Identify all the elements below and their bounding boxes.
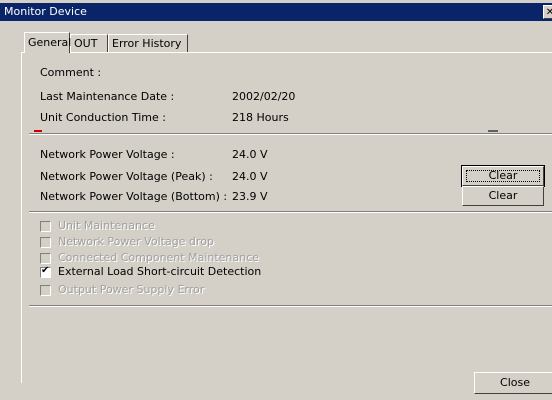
title-bar: Monitor Device ✕ [0,3,552,21]
network-voltage-value: 24.0 V [232,148,268,161]
connected-component-checkbox[interactable] [40,253,51,264]
window-title: Monitor Device [4,5,87,18]
tab-general[interactable]: General [24,32,72,53]
conduction-time-value: 218 Hours [232,111,289,124]
status-marker [34,130,42,132]
unit-maintenance-checkbox[interactable] [40,221,51,232]
close-button[interactable]: Close [474,372,552,394]
tab-error-history-label: Error History [112,37,182,50]
last-maintenance-label: Last Maintenance Date : [40,90,175,103]
short-circuit-checkbox[interactable]: ✔ [40,265,51,278]
unit-maintenance-label: Unit Maintenance [58,219,155,232]
clear-bottom-button-label: Clear [488,189,518,202]
bottom-voltage-value: 23.9 V [232,190,268,203]
checkmark-icon: ✔ [41,265,50,276]
tab-out-label: OUT [74,37,98,50]
tab-out[interactable]: OUT [70,34,108,52]
close-button-label: Close [500,376,530,389]
network-voltage-label: Network Power Voltage : [40,148,175,161]
separator-bottom [29,305,552,307]
output-power-error-checkbox[interactable] [40,285,51,296]
conduction-time-label: Unit Conduction Time : [40,111,166,124]
output-power-error-label: Output Power Supply Error [58,283,205,296]
clear-bottom-button[interactable]: Clear [462,186,544,206]
clear-peak-button[interactable]: Clear [461,165,545,187]
status-marker-right [488,130,498,132]
comment-label: Comment : [40,66,102,79]
clear-peak-button-label: Clear [488,169,518,182]
peak-voltage-label: Network Power Voltage (Peak) : [40,170,213,183]
last-maintenance-value: 2002/02/20 [232,90,296,103]
connected-component-label: Connected Component Maintenance [58,251,259,264]
voltage-drop-checkbox[interactable] [40,237,51,248]
separator-middle [29,211,552,213]
peak-voltage-value: 24.0 V [232,170,268,183]
voltage-drop-label: Network Power Voltage drop [58,235,214,248]
close-window-button[interactable]: ✕ [543,5,552,19]
short-circuit-label: External Load Short-circuit Detection [58,265,262,278]
separator-top [29,133,552,135]
tab-error-history[interactable]: Error History [108,34,188,52]
bottom-voltage-label: Network Power Voltage (Bottom) : [40,190,228,203]
close-icon: ✕ [545,7,552,18]
monitor-device-window: Monitor Device ✕ General OUT Error Histo… [0,0,552,400]
tab-general-label: General [28,36,72,49]
